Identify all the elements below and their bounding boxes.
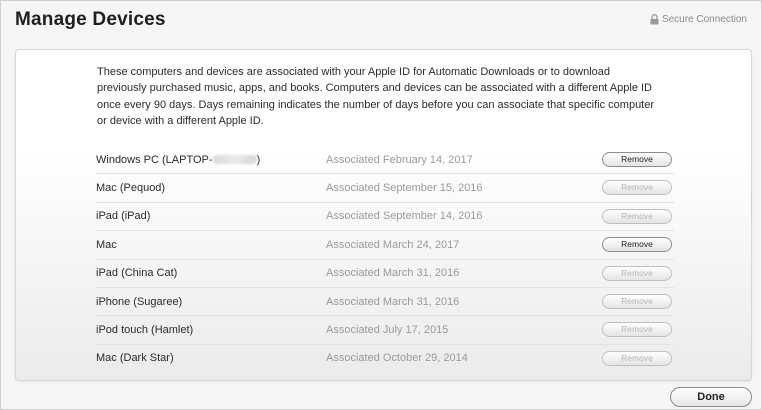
manage-devices-window: Manage Devices Secure Connection These c… (0, 0, 762, 410)
secure-connection-label: Secure Connection (661, 14, 747, 25)
association-date: Associated September 15, 2016 (326, 182, 483, 195)
device-row: iPad (iPad) Associated September 14, 201… (96, 203, 674, 232)
done-button[interactable]: Done (670, 387, 752, 407)
device-row: Windows PC (LAPTOP-) Associated February… (96, 146, 674, 175)
association-date: Associated March 24, 2017 (326, 238, 460, 251)
remove-button[interactable]: Remove (602, 322, 672, 338)
remove-button[interactable]: Remove (602, 208, 672, 224)
device-row: iPhone (Sugaree) Associated March 31, 20… (96, 288, 674, 317)
device-row: Mac (Pequod) Associated September 15, 20… (96, 174, 674, 203)
device-name: Windows PC (LAPTOP-) (96, 153, 261, 166)
device-row: iPod touch (Hamlet) Associated July 17, … (96, 316, 674, 345)
device-name: Mac (Dark Star) (96, 352, 174, 365)
device-name: Mac (96, 238, 117, 251)
device-row: iPad (China Cat) Associated March 31, 20… (96, 260, 674, 288)
device-name: iPad (China Cat) (96, 267, 178, 280)
redacted-text (212, 155, 257, 165)
association-date: Associated July 17, 2015 (326, 324, 449, 337)
remove-button[interactable]: Remove (602, 350, 672, 366)
device-name: iPhone (Sugaree) (96, 295, 183, 308)
device-name: iPad (iPad) (96, 210, 151, 223)
device-name: iPod touch (Hamlet) (96, 324, 194, 337)
association-date: Associated September 14, 2016 (326, 210, 483, 223)
remove-button[interactable]: Remove (602, 293, 672, 309)
device-name: Mac (Pequod) (96, 182, 166, 195)
remove-button[interactable]: Remove (602, 180, 672, 196)
device-row: Mac (Dark Star) Associated October 29, 2… (96, 345, 674, 372)
devices-panel: These computers and devices are associat… (15, 49, 752, 381)
association-date: Associated February 14, 2017 (326, 153, 473, 166)
secure-connection-indicator: Secure Connection (650, 14, 747, 25)
remove-button[interactable]: Remove (602, 237, 672, 253)
remove-button[interactable]: Remove (602, 152, 672, 167)
association-date: Associated October 29, 2014 (326, 352, 468, 365)
intro-text: These computers and devices are associat… (97, 66, 655, 127)
device-row: Mac Associated March 24, 2017 Remove (96, 231, 674, 260)
lock-icon (650, 14, 659, 25)
association-date: Associated March 31, 2016 (326, 295, 460, 308)
remove-button[interactable]: Remove (602, 265, 672, 281)
device-list: Windows PC (LAPTOP-) Associated February… (96, 146, 674, 372)
page-title: Manage Devices (15, 9, 166, 30)
association-date: Associated March 31, 2016 (326, 267, 460, 280)
